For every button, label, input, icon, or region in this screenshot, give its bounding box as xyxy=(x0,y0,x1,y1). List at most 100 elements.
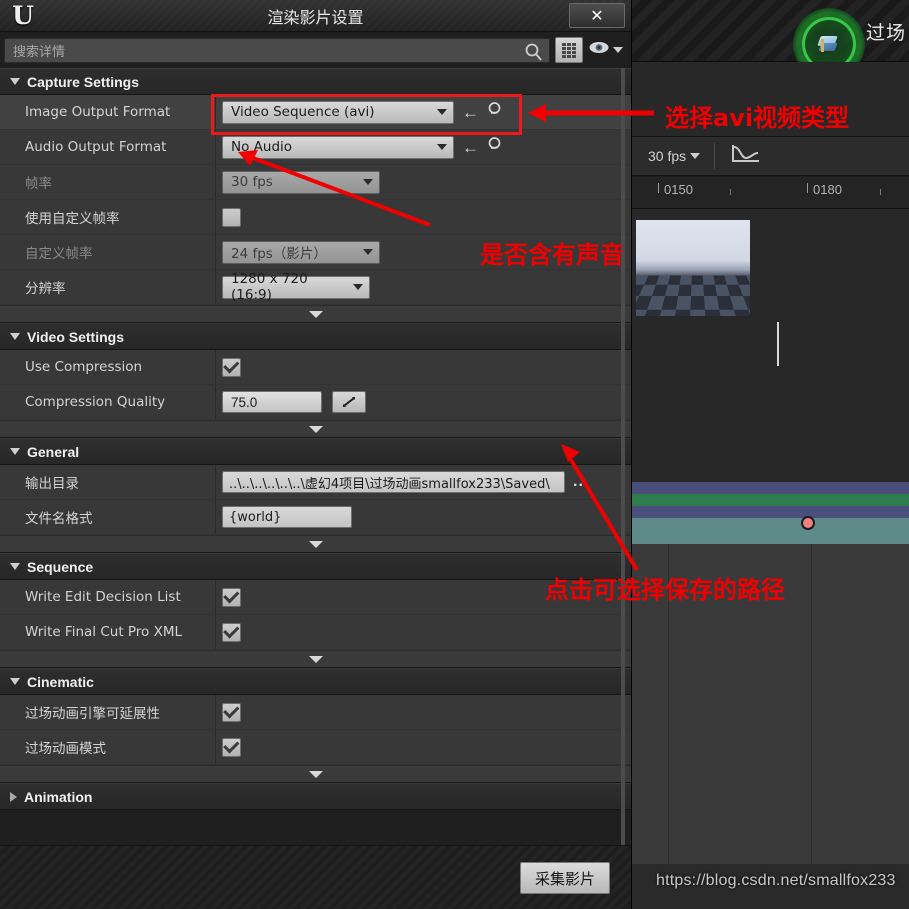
grid-view-icon xyxy=(562,42,576,58)
checkbox-input[interactable] xyxy=(222,622,241,642)
section-header-cinematic[interactable]: Cinematic xyxy=(0,668,631,695)
property-label: Use Compression xyxy=(25,359,143,375)
property-value: {world} xyxy=(215,500,631,534)
capture-movie-button[interactable]: 采集影片 xyxy=(519,862,610,894)
fps-dropdown[interactable]: 30 fps xyxy=(630,148,714,164)
section-header-sequence[interactable]: Sequence xyxy=(0,553,631,580)
dropdown-mid: 30 fps xyxy=(222,170,380,194)
browse-magnifier-icon[interactable] xyxy=(487,101,504,123)
curve-graph-icon[interactable] xyxy=(731,143,761,170)
triangle-down-icon xyxy=(308,425,323,433)
revert-arrow-icon[interactable]: ← xyxy=(462,139,479,156)
section-body-sequence: Write Edit Decision List Write Final Cut … xyxy=(0,580,631,650)
property-label: 使用自定义帧率 xyxy=(25,211,120,227)
dropdown-value: Video Sequence (avi) xyxy=(231,104,375,120)
chevron-down-icon xyxy=(363,249,373,255)
details-scrollbar[interactable] xyxy=(621,68,625,845)
property-row: 文件名格式 {world} xyxy=(0,500,631,535)
property-row: 自定义帧率 24 fps（影片） xyxy=(0,235,631,270)
property-label: 自定义帧率 xyxy=(25,246,93,262)
browse-magnifier-icon[interactable] xyxy=(487,136,504,158)
section-title: General xyxy=(27,443,80,460)
property-value xyxy=(215,615,631,649)
checkbox-input[interactable] xyxy=(222,737,241,757)
details-search-bar: 搜索详情 xyxy=(0,32,631,68)
property-row: Image Output Format Video Sequence (avi) ← xyxy=(0,95,631,130)
property-label: 帧率 xyxy=(25,176,52,192)
property-label: 过场动画引擎可延展性 xyxy=(25,706,160,722)
property-label: 输出目录 xyxy=(25,476,79,492)
section-title: Animation xyxy=(24,788,93,805)
details-scroll-area[interactable]: Capture Settings Image Output Format Video… xyxy=(0,68,631,845)
checkbox-input[interactable] xyxy=(222,357,241,377)
track-bar-green[interactable] xyxy=(630,494,909,506)
chevron-down-icon xyxy=(613,47,623,53)
dropdown-value: No Audio xyxy=(231,139,293,155)
triangle-down-icon xyxy=(10,333,20,340)
property-row: 分辨率 1280 x 720 (16:9) xyxy=(0,270,631,305)
property-row: 帧率 30 fps xyxy=(0,165,631,200)
dialog-titlebar[interactable]: U 渲染影片设置 ✕ xyxy=(0,0,631,32)
section-collapse-footer-video-settings[interactable] xyxy=(0,420,631,438)
property-row: 过场动画模式 xyxy=(0,730,631,765)
eye-icon xyxy=(588,40,610,60)
section-collapse-footer-sequence[interactable] xyxy=(0,650,631,668)
property-row: 过场动画引擎可延展性 xyxy=(0,695,631,730)
sequence-thumbnail xyxy=(636,220,750,316)
watermark-url: https://blog.csdn.net/smallfox233 xyxy=(656,872,896,889)
path-input[interactable]: ..\..\..\..\..\..\虚幻4项目\过场动画smallfox233\… xyxy=(222,471,565,493)
text-input[interactable]: {world} xyxy=(222,506,352,528)
track-bar-teal[interactable] xyxy=(630,518,909,544)
grid-column-line xyxy=(811,544,812,864)
dropdown-wide[interactable]: Video Sequence (avi) xyxy=(222,100,454,124)
search-input[interactable]: 搜索详情 xyxy=(4,37,550,64)
track-bar-purple[interactable] xyxy=(630,482,909,494)
timeline-ruler[interactable]: 0150 0180 xyxy=(630,177,909,209)
section-header-general[interactable]: General xyxy=(0,438,631,465)
section-header-animation[interactable]: Animation xyxy=(0,783,631,810)
section-header-capture-settings[interactable]: Capture Settings xyxy=(0,68,631,95)
browse-ellipsis-button[interactable]: ... xyxy=(573,473,589,491)
section-body-cinematic: 过场动画引擎可延展性过场动画模式 xyxy=(0,695,631,765)
keyframe-dot[interactable] xyxy=(801,516,815,530)
chevron-down-icon xyxy=(353,284,363,290)
section-collapse-footer-general[interactable] xyxy=(0,535,631,553)
checkbox-input[interactable] xyxy=(222,207,241,227)
section-collapse-footer-capture-settings[interactable] xyxy=(0,305,631,323)
section-collapse-footer-cinematic[interactable] xyxy=(0,765,631,783)
close-button[interactable]: ✕ xyxy=(569,3,625,28)
grid-view-button[interactable] xyxy=(555,37,583,63)
track-bar-purple-2[interactable] xyxy=(630,506,909,518)
section-header-video-settings[interactable]: Video Settings xyxy=(0,323,631,350)
triangle-down-icon xyxy=(10,78,20,85)
property-label: 分辨率 xyxy=(25,281,66,297)
render-movie-settings-dialog: U 渲染影片设置 ✕ 搜索详情 Capture Settings Image Ou… xyxy=(0,0,632,909)
property-value xyxy=(215,350,631,384)
sequencer-upper-panel xyxy=(630,62,909,136)
dropdown-mid: 24 fps（影片） xyxy=(222,240,380,264)
playhead-marker[interactable] xyxy=(777,322,779,366)
chevron-down-icon xyxy=(437,144,447,150)
section-title: Capture Settings xyxy=(27,73,140,90)
dropdown-res[interactable]: 1280 x 720 (16:9) xyxy=(222,271,370,303)
sequencer-lower-area xyxy=(630,544,909,864)
resize-arrows-icon[interactable] xyxy=(332,391,366,413)
property-row: 输出目录 ..\..\..\..\..\..\虚幻4项目\过场动画smallfox… xyxy=(0,465,631,500)
triangle-right-icon xyxy=(10,791,17,802)
dropdown-wide[interactable]: No Audio xyxy=(222,135,454,159)
checkbox-input[interactable] xyxy=(222,587,241,607)
revert-arrow-icon[interactable]: ← xyxy=(462,104,479,121)
checkbox-input[interactable] xyxy=(222,702,241,722)
property-value: 24 fps（影片） xyxy=(215,235,631,269)
triangle-down-icon xyxy=(308,310,323,318)
sequence-cube-icon xyxy=(817,33,841,55)
search-icon[interactable] xyxy=(524,42,543,64)
number-input[interactable]: 75.0 xyxy=(222,391,322,413)
ruler-tick-label: 0180 xyxy=(813,182,842,197)
property-label: Image Output Format xyxy=(25,104,171,120)
property-row: Write Edit Decision List xyxy=(0,580,631,615)
property-value: No Audio ← xyxy=(215,130,631,164)
property-row: Use Compression xyxy=(0,350,631,385)
section-title: Cinematic xyxy=(27,673,94,690)
visibility-dropdown[interactable] xyxy=(588,40,627,60)
